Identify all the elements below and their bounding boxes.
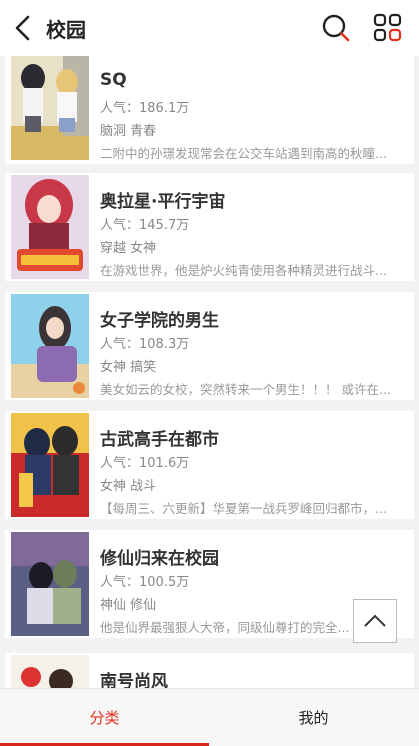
book-card[interactable]: 古武高手在都市 人气：101.6万 女神 战斗 【每周三、六更新】华夏第一战兵罗…	[5, 411, 414, 519]
book-title: 古武高手在都市	[100, 430, 219, 450]
bottom-tab-bar: 分类 我的	[0, 688, 419, 746]
scroll-to-top-button[interactable]	[353, 599, 397, 643]
book-card[interactable]: 南号尚风	[5, 653, 414, 688]
popularity: 人气：145.7万	[100, 218, 190, 233]
book-description: 在游戏世界，他是炉火纯青使用各种精灵进行战斗...	[100, 263, 387, 278]
tab-category[interactable]: 分类	[0, 689, 209, 746]
grid-menu-button[interactable]	[372, 12, 404, 44]
book-description: 【每周三、六更新】华夏第一战兵罗峰回归都市，...	[100, 501, 387, 516]
book-cover	[11, 175, 89, 279]
popularity: 人气：101.6万	[100, 456, 190, 471]
book-tags: 穿越 女神	[100, 241, 157, 256]
book-title: 女子学院的男生	[100, 311, 219, 331]
top-bar: 校园	[0, 0, 419, 56]
book-card[interactable]: 女子学院的男生 人气：108.3万 女神 搞笑 美女如云的女校，突然转来一个男生…	[5, 292, 414, 400]
book-cover	[11, 56, 89, 160]
search-button[interactable]	[320, 12, 352, 44]
book-tags: 女神 战斗	[100, 479, 157, 494]
search-icon	[322, 14, 350, 42]
book-description: 美女如云的女校，突然转来一个男生！！！ 或许在...	[100, 382, 391, 397]
book-title: 修仙归来在校园	[100, 549, 219, 569]
tab-mine[interactable]: 我的	[209, 689, 418, 746]
book-tags: 女神 搞笑	[100, 360, 157, 375]
grid-icon	[373, 13, 402, 42]
book-cover	[11, 294, 89, 398]
book-title: 南号尚风	[100, 672, 168, 688]
page-title: 校园	[46, 18, 86, 42]
book-tags: 脑洞 青春	[100, 124, 157, 139]
book-title: 奥拉星·平行宇宙	[100, 192, 226, 212]
book-tags: 神仙 修仙	[100, 598, 157, 613]
book-card[interactable]: SQ 人气：186.1万 脑洞 青春 二附中的孙璟发现常会在公交车站遇到南高的秋…	[5, 56, 414, 164]
book-list: SQ 人气：186.1万 脑洞 青春 二附中的孙璟发现常会在公交车站遇到南高的秋…	[0, 56, 419, 688]
back-button[interactable]	[10, 12, 38, 44]
book-cover	[11, 532, 89, 636]
book-cover	[11, 655, 89, 688]
popularity: 人气：108.3万	[100, 337, 190, 352]
book-cover	[11, 413, 89, 517]
book-card[interactable]: 奥拉星·平行宇宙 人气：145.7万 穿越 女神 在游戏世界，他是炉火纯青使用各…	[5, 173, 414, 281]
book-title: SQ	[100, 70, 127, 90]
popularity: 人气：186.1万	[100, 101, 190, 116]
popularity: 人气：100.5万	[100, 575, 190, 590]
chevron-up-icon	[364, 614, 386, 627]
book-description: 二附中的孙璟发现常会在公交车站遇到南高的秋瞳...	[100, 146, 387, 161]
chevron-left-icon	[15, 15, 30, 41]
